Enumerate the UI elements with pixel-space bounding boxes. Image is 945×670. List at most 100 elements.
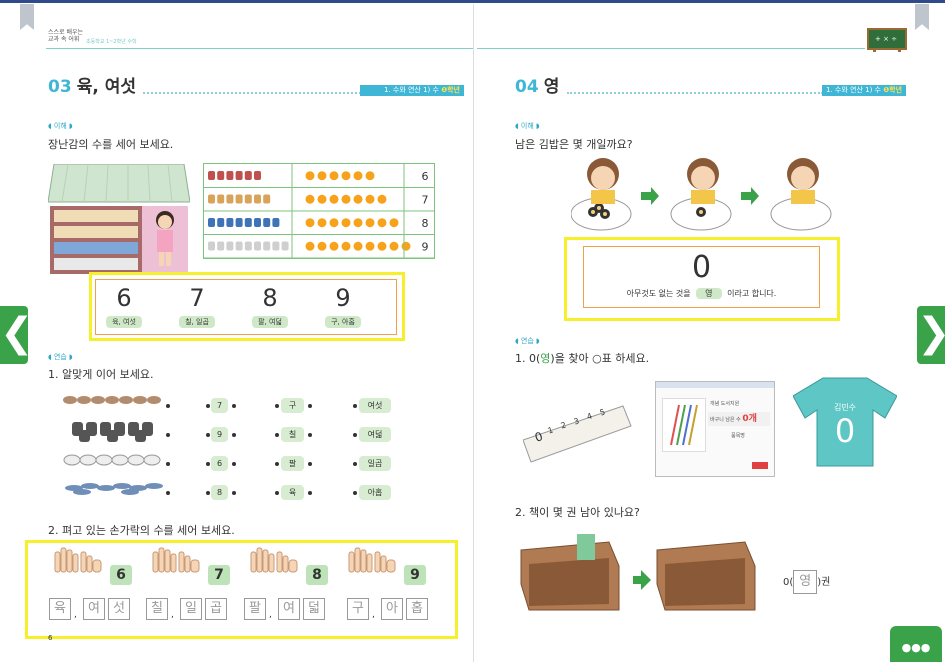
match-dot[interactable] xyxy=(206,404,210,408)
toy-icon xyxy=(263,241,271,251)
trace-cell[interactable]: 곱 xyxy=(205,598,227,620)
toy-icon xyxy=(281,241,289,251)
hand-icon xyxy=(53,546,105,574)
toy-icon xyxy=(226,218,234,227)
match-dot[interactable] xyxy=(206,433,210,437)
trace-cell[interactable]: 팔 xyxy=(244,598,266,620)
prev-page-button[interactable]: ❮ xyxy=(0,306,34,364)
concept-question: 남은 김밥은 몇 개일까요? xyxy=(515,138,633,151)
toy-icon xyxy=(217,194,225,204)
table-number: 6 xyxy=(422,170,429,183)
match-dot[interactable] xyxy=(166,491,170,495)
toy-icon xyxy=(208,218,215,227)
toy-icon xyxy=(217,218,225,227)
hand-icon xyxy=(151,546,203,574)
match-dot[interactable] xyxy=(206,462,210,466)
count-dot xyxy=(305,218,315,228)
trace-cell[interactable]: 아 xyxy=(381,598,403,620)
match-dot[interactable] xyxy=(166,462,170,466)
match-dot[interactable] xyxy=(232,433,236,437)
finger-count-box: 8 xyxy=(306,565,328,585)
trace-cell[interactable]: 섯 xyxy=(108,598,130,620)
match-dot[interactable] xyxy=(166,433,170,437)
trace-comma: , xyxy=(74,610,77,620)
match-dot[interactable] xyxy=(232,462,236,466)
toy-icon xyxy=(226,241,234,251)
match-dot[interactable] xyxy=(308,491,312,495)
match-dot[interactable] xyxy=(206,491,210,495)
zero-sentence: 아무것도 없는 것을 영 이라고 합니다. xyxy=(626,288,777,299)
count-dot xyxy=(317,218,327,228)
count-dot xyxy=(341,194,351,204)
next-page-button[interactable]: ❯ xyxy=(917,306,945,364)
match-native-word: 일곱 xyxy=(359,456,391,471)
toy-icon xyxy=(244,218,252,227)
match-native-word: 여섯 xyxy=(359,398,391,413)
match-dot[interactable] xyxy=(353,462,357,466)
toy-icon xyxy=(208,241,215,251)
match-sino-word: 팔 xyxy=(281,456,304,471)
right-page: + × ÷ 04 영 1. 수와 연산 1) 수 ❶학년 ◖ 이해 ◗ 남은 김… xyxy=(477,4,937,662)
count-dot xyxy=(329,218,339,228)
trace-cell[interactable]: 칠 xyxy=(146,598,168,620)
match-dot[interactable] xyxy=(166,404,170,408)
match-dot[interactable] xyxy=(353,491,357,495)
trace-cell[interactable]: 홉 xyxy=(406,598,428,620)
toy-icon xyxy=(235,171,243,180)
trace-cell[interactable]: 덟 xyxy=(303,598,325,620)
match-dot[interactable] xyxy=(308,462,312,466)
series-logo: 스스로 배우는 교과 속 어휘 xyxy=(48,29,84,43)
trace-cell[interactable]: 여 xyxy=(83,598,105,620)
match-dot[interactable] xyxy=(275,491,279,495)
toy-icon xyxy=(254,218,261,227)
trace-cell[interactable]: 여 xyxy=(278,598,300,620)
trace-cell[interactable]: 구 xyxy=(347,598,369,620)
zero-digit: 0 xyxy=(691,250,712,285)
concept-question: 장난감의 수를 세어 보세요. xyxy=(48,138,174,151)
table-number: 8 xyxy=(422,217,429,230)
match-sino-word: 칠 xyxy=(281,427,304,442)
match-dot[interactable] xyxy=(353,433,357,437)
match-dot[interactable] xyxy=(308,404,312,408)
number-digit: 7 xyxy=(189,284,205,312)
match-number: 6 xyxy=(211,456,228,471)
top-accent-bar xyxy=(0,0,945,3)
match-dot[interactable] xyxy=(275,462,279,466)
kimbap-sequence-illustration xyxy=(570,156,841,236)
count-dot xyxy=(317,194,327,204)
practice-label: ◖ 연습 ◗ xyxy=(48,353,73,361)
match-number: 7 xyxy=(211,398,228,413)
match-dot[interactable] xyxy=(275,433,279,437)
unit-tag: 1. 수와 연산 1) 수 ❶학년 xyxy=(360,85,464,96)
match-dot[interactable] xyxy=(232,404,236,408)
trace-cell[interactable]: 일 xyxy=(180,598,202,620)
count-dot xyxy=(329,171,339,181)
answer-line: 0(영)권 xyxy=(783,570,830,594)
count-dot xyxy=(305,194,315,204)
match-dot[interactable] xyxy=(232,491,236,495)
number-name-pill: 팔, 여덟 xyxy=(252,316,288,328)
answer-trace-cell: 영 xyxy=(793,570,818,594)
count-dot xyxy=(377,194,387,204)
matching-pictures xyxy=(60,390,164,500)
toy-icon xyxy=(226,194,234,204)
count-dot xyxy=(365,241,375,251)
header-rule xyxy=(477,48,865,49)
bookmark-icon[interactable] xyxy=(20,4,34,30)
match-dot[interactable] xyxy=(275,404,279,408)
question-2: 2. 책이 몇 권 남아 있나요? xyxy=(515,506,640,519)
more-menu-button[interactable]: ●●● xyxy=(890,626,942,662)
number-digit: 8 xyxy=(262,284,278,312)
count-dot xyxy=(377,241,387,251)
trace-cell[interactable]: 육 xyxy=(49,598,71,620)
concept-label: ◖ 이해 ◗ xyxy=(48,122,73,130)
question-1: 1. 0(영)을 찾아 ○표 하세요. xyxy=(515,352,650,365)
table-number: 9 xyxy=(422,240,429,253)
number-digit: 9 xyxy=(335,284,351,312)
count-dot xyxy=(317,241,327,251)
count-dot xyxy=(377,218,387,228)
bookmark-icon[interactable] xyxy=(915,4,929,30)
toy-icon xyxy=(226,171,234,180)
match-dot[interactable] xyxy=(308,433,312,437)
match-dot[interactable] xyxy=(353,404,357,408)
